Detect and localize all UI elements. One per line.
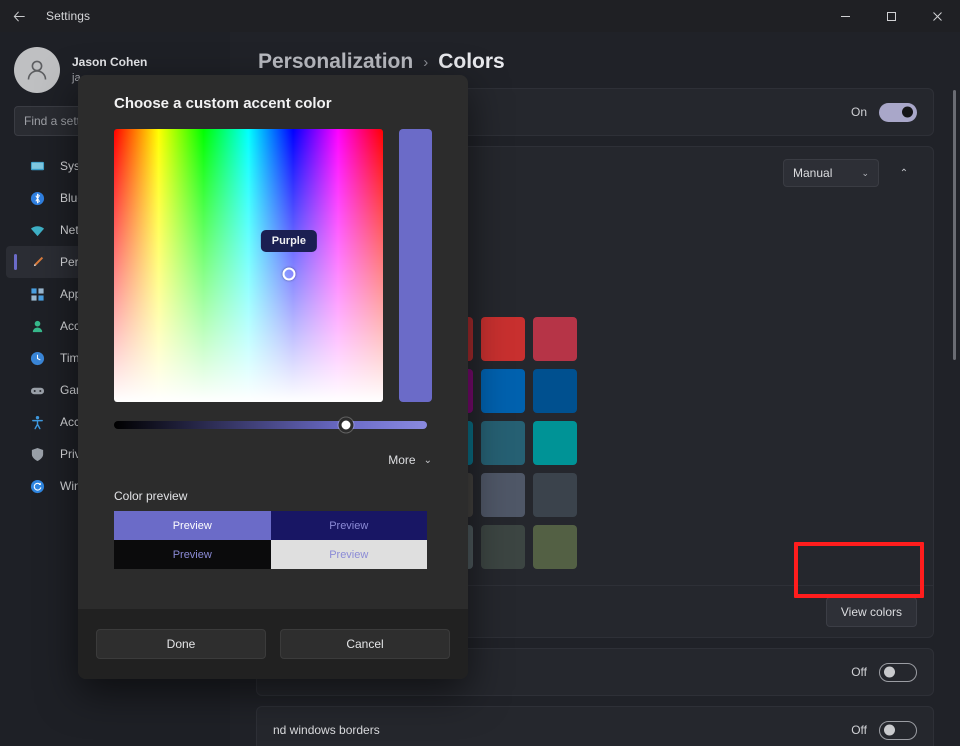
dialog-footer: Done Cancel bbox=[78, 609, 468, 679]
settings-window: Settings Jason Cohen ja Find a setti App… bbox=[0, 0, 960, 746]
swatch[interactable] bbox=[533, 369, 577, 413]
clock-icon bbox=[28, 349, 46, 367]
preview-cell: Preview bbox=[114, 540, 271, 569]
person-avatar-icon bbox=[27, 60, 47, 80]
title-bars-state: Off bbox=[851, 723, 867, 737]
monitor-icon bbox=[28, 157, 46, 175]
person-icon bbox=[28, 317, 46, 335]
preview-cell: Preview bbox=[270, 540, 427, 569]
minimize-icon bbox=[840, 15, 850, 17]
color-preview-bar bbox=[399, 129, 432, 402]
back-arrow-icon bbox=[13, 10, 25, 22]
search-value: Find a setti bbox=[24, 114, 83, 128]
swatch[interactable] bbox=[481, 421, 525, 465]
brightness-slider[interactable] bbox=[114, 417, 427, 433]
maximize-button[interactable] bbox=[868, 0, 914, 32]
gamepad-icon bbox=[28, 381, 46, 399]
chevron-down-icon: ⌄ bbox=[423, 454, 432, 466]
minimize-button[interactable] bbox=[822, 0, 868, 32]
breadcrumb: Personalization › Colors bbox=[230, 32, 960, 74]
title-bar: Settings bbox=[0, 0, 960, 32]
accent-mode-dropdown[interactable]: Manual ⌄ bbox=[783, 159, 879, 187]
swatch[interactable] bbox=[533, 421, 577, 465]
shield-icon bbox=[28, 445, 46, 463]
preview-cell-label: Preview bbox=[329, 548, 369, 561]
preview-cell: Preview bbox=[114, 511, 271, 540]
start-taskbar-state: Off bbox=[851, 665, 867, 679]
view-colors-button[interactable]: View colors bbox=[825, 596, 917, 627]
bluetooth-icon bbox=[28, 189, 46, 207]
transparency-toggle[interactable] bbox=[879, 102, 917, 122]
maximize-icon bbox=[886, 11, 896, 21]
window-controls bbox=[822, 0, 960, 32]
update-icon bbox=[28, 477, 46, 495]
color-preview-title: Color preview bbox=[114, 489, 188, 503]
transparency-state: On bbox=[850, 105, 867, 119]
preview-cell-label: Preview bbox=[329, 519, 369, 532]
more-label: More bbox=[388, 453, 416, 467]
swatch[interactable] bbox=[533, 525, 577, 569]
swatch[interactable] bbox=[481, 473, 525, 517]
breadcrumb-current: Colors bbox=[438, 50, 505, 73]
preview-cell: Preview bbox=[270, 511, 427, 540]
chevron-right-icon: › bbox=[423, 53, 429, 71]
chevron-up-icon: ⌃ bbox=[899, 167, 909, 179]
swatch[interactable] bbox=[481, 525, 525, 569]
color-preview-grid: Preview Preview Preview Preview bbox=[114, 511, 427, 569]
chevron-down-icon: ⌄ bbox=[861, 167, 869, 178]
breadcrumb-parent[interactable]: Personalization bbox=[258, 50, 413, 74]
preview-cell-label: Preview bbox=[172, 519, 212, 532]
picker-cursor[interactable] bbox=[282, 267, 296, 281]
accent-mode-value: Manual bbox=[793, 166, 833, 180]
accent-expander[interactable]: ⌃ bbox=[891, 160, 917, 186]
scrollbar[interactable] bbox=[953, 90, 956, 360]
start-taskbar-toggle[interactable] bbox=[879, 662, 917, 682]
saturation-value-square[interactable]: Purple bbox=[114, 129, 383, 402]
user-name: Jason Cohen bbox=[72, 55, 148, 70]
swatch[interactable] bbox=[533, 317, 577, 361]
toggle-knob bbox=[884, 666, 895, 678]
more-toggle[interactable]: More ⌄ bbox=[78, 429, 468, 467]
accessibility-icon bbox=[28, 413, 46, 431]
window-title: Settings bbox=[46, 9, 91, 23]
paintbrush-icon bbox=[28, 253, 46, 271]
done-button[interactable]: Done bbox=[96, 629, 266, 659]
color-picker: Purple bbox=[78, 112, 468, 402]
wifi-icon bbox=[28, 221, 46, 239]
back-button[interactable] bbox=[0, 0, 38, 32]
title-bars-row[interactable]: nd windows borders Off bbox=[257, 707, 933, 746]
dialog-title: Choose a custom accent color bbox=[114, 95, 332, 112]
cancel-button[interactable]: Cancel bbox=[280, 629, 450, 659]
apps-icon bbox=[28, 285, 46, 303]
brightness-slider-thumb[interactable] bbox=[338, 417, 354, 433]
preview-cell-label: Preview bbox=[172, 548, 212, 561]
title-bars-label: nd windows borders bbox=[273, 723, 380, 737]
swatch[interactable] bbox=[481, 317, 525, 361]
swatch[interactable] bbox=[533, 473, 577, 517]
toggle-knob bbox=[884, 724, 895, 736]
title-bars-toggle[interactable] bbox=[879, 720, 917, 740]
color-name-tooltip: Purple bbox=[260, 230, 317, 252]
toggle-knob bbox=[902, 106, 913, 118]
title-bars-card: nd windows borders Off bbox=[256, 706, 934, 746]
close-icon bbox=[932, 11, 942, 21]
avatar bbox=[14, 47, 60, 93]
close-button[interactable] bbox=[914, 0, 960, 32]
swatch[interactable] bbox=[481, 369, 525, 413]
custom-accent-color-dialog: Choose a custom accent color Purple More… bbox=[78, 75, 468, 679]
